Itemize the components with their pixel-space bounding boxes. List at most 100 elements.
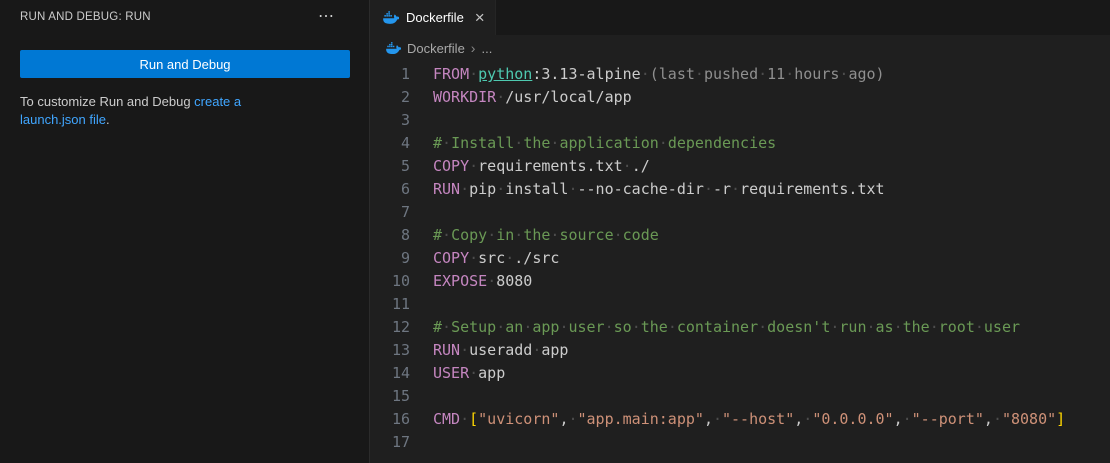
line-number: 1	[370, 63, 410, 86]
breadcrumb-file[interactable]: Dockerfile	[407, 41, 465, 56]
code-line-text	[433, 293, 1110, 316]
whitespace-dot: ·	[487, 272, 496, 290]
whitespace-dot: ·	[505, 249, 514, 267]
whitespace-dot: ·	[487, 226, 496, 244]
line-number: 3	[370, 109, 410, 132]
line-number: 14	[370, 362, 410, 385]
line-number: 2	[370, 86, 410, 109]
code-line[interactable]: 8 #·Copy·in·the·source·code	[370, 224, 1110, 247]
code-line-text: RUN·pip·install·--no-cache-dir·-r·requir…	[433, 178, 1110, 201]
breadcrumb: Dockerfile › ...	[370, 35, 1110, 61]
run-debug-sidebar: RUN AND DEBUG: RUN ⋯ Run and Debug To cu…	[0, 0, 370, 463]
line-number: 12	[370, 316, 410, 339]
whitespace-dot: ·	[641, 65, 650, 83]
code-line-text	[433, 201, 1110, 224]
docker-icon	[383, 10, 399, 26]
whitespace-dot: ·	[514, 226, 523, 244]
code-line[interactable]: 15	[370, 385, 1110, 408]
hint-text: To customize Run and Debug	[20, 94, 194, 109]
code-line[interactable]: 7	[370, 201, 1110, 224]
code-line-text: #·Setup·an·app·user·so·the·container·doe…	[433, 316, 1110, 339]
tab-dockerfile[interactable]: Dockerfile ×	[370, 0, 496, 35]
code-area[interactable]: 1 FROM·python:3.13-alpine·(last·pushed·11…	[370, 61, 1110, 463]
run-and-debug-button[interactable]: Run and Debug	[20, 50, 350, 78]
whitespace-dot: ·	[550, 226, 559, 244]
more-actions-icon[interactable]: ⋯	[318, 12, 335, 22]
whitespace-dot: ·	[532, 341, 541, 359]
code-line-text: FROM·python:3.13-alpine·(last·pushed·11·…	[433, 63, 1110, 86]
code-line-text: COPY·src·./src	[433, 247, 1110, 270]
code-line-text: #·Install·the·application·dependencies	[433, 132, 1110, 155]
whitespace-dot: ·	[894, 318, 903, 336]
line-number: 9	[370, 247, 410, 270]
hint-suffix: .	[106, 112, 110, 127]
whitespace-dot: ·	[993, 410, 1002, 428]
whitespace-dot: ·	[442, 134, 451, 152]
code-line[interactable]: 5 COPY·requirements.txt·./	[370, 155, 1110, 178]
line-number: 13	[370, 339, 410, 362]
chevron-right-icon: ›	[471, 40, 476, 56]
code-line[interactable]: 16CMD·["uvicorn",·"app.main:app",·"--hos…	[370, 408, 1110, 431]
code-line-text: RUN·useradd·app	[433, 339, 1110, 362]
whitespace-dot: ·	[704, 180, 713, 198]
whitespace-dot: ·	[559, 318, 568, 336]
whitespace-dot: ·	[469, 157, 478, 175]
code-line-text: USER·app	[433, 362, 1110, 385]
code-line[interactable]: 3	[370, 109, 1110, 132]
breadcrumb-ellipsis[interactable]: ...	[481, 41, 492, 56]
code-line-text: CMD·["uvicorn",·"app.main:app",·"--host"…	[433, 408, 1110, 431]
whitespace-dot: ·	[930, 318, 939, 336]
whitespace-dot: ·	[442, 226, 451, 244]
line-number: 8	[370, 224, 410, 247]
code-line-text: EXPOSE·8080	[433, 270, 1110, 293]
line-number: 10	[370, 270, 410, 293]
whitespace-dot: ·	[514, 134, 523, 152]
code-line[interactable]: 1 FROM·python:3.13-alpine·(last·pushed·11…	[370, 63, 1110, 86]
code-line-text: COPY·requirements.txt·./	[433, 155, 1110, 178]
line-number: 4	[370, 132, 410, 155]
code-line[interactable]: 6RUN·pip·install·--no-cache-dir·-r·requi…	[370, 178, 1110, 201]
line-number: 11	[370, 293, 410, 316]
whitespace-dot: ·	[623, 157, 632, 175]
code-line[interactable]: 13 RUN·useradd·app	[370, 339, 1110, 362]
tab-bar: Dockerfile ×	[370, 0, 1110, 35]
code-line[interactable]: 10 EXPOSE·8080	[370, 270, 1110, 293]
customize-hint: To customize Run and Debug create a laun…	[20, 93, 262, 129]
whitespace-dot: ·	[785, 65, 794, 83]
whitespace-dot: ·	[803, 410, 812, 428]
whitespace-dot: ·	[469, 65, 478, 83]
whitespace-dot: ·	[460, 341, 469, 359]
code-line[interactable]: 4 #·Install·the·application·dependencies	[370, 132, 1110, 155]
whitespace-dot: ·	[605, 318, 614, 336]
whitespace-dot: ·	[713, 410, 722, 428]
close-tab-icon[interactable]: ×	[475, 9, 485, 26]
code-line[interactable]: 2 WORKDIR·/usr/local/app	[370, 86, 1110, 109]
whitespace-dot: ·	[668, 318, 677, 336]
docker-icon	[386, 41, 401, 56]
whitespace-dot: ·	[469, 364, 478, 382]
whitespace-dot: ·	[460, 180, 469, 198]
code-line-text: #·Copy·in·the·source·code	[433, 224, 1110, 247]
whitespace-dot: ·	[550, 134, 559, 152]
whitespace-dot: ·	[568, 180, 577, 198]
code-line[interactable]: 17	[370, 431, 1110, 454]
whitespace-dot: ·	[659, 134, 668, 152]
code-line-text: WORKDIR·/usr/local/app	[433, 86, 1110, 109]
whitespace-dot: ·	[830, 318, 839, 336]
code-line[interactable]: 12 #·Setup·an·app·user·so·the·container·d…	[370, 316, 1110, 339]
line-number: 5	[370, 155, 410, 178]
vscode-window: RUN AND DEBUG: RUN ⋯ Run and Debug To cu…	[0, 0, 1110, 463]
whitespace-dot: ·	[568, 410, 577, 428]
whitespace-dot: ·	[523, 318, 532, 336]
code-line-text	[433, 431, 1110, 454]
code-line[interactable]: 11	[370, 293, 1110, 316]
whitespace-dot: ·	[469, 249, 478, 267]
whitespace-dot: ·	[839, 65, 848, 83]
code-line[interactable]: 14 USER·app	[370, 362, 1110, 385]
whitespace-dot: ·	[496, 180, 505, 198]
code-line[interactable]: 9 COPY·src·./src	[370, 247, 1110, 270]
whitespace-dot: ·	[758, 65, 767, 83]
whitespace-dot: ·	[460, 410, 469, 428]
line-number: 17	[370, 431, 410, 454]
sidebar-title: RUN AND DEBUG: RUN	[20, 11, 151, 23]
